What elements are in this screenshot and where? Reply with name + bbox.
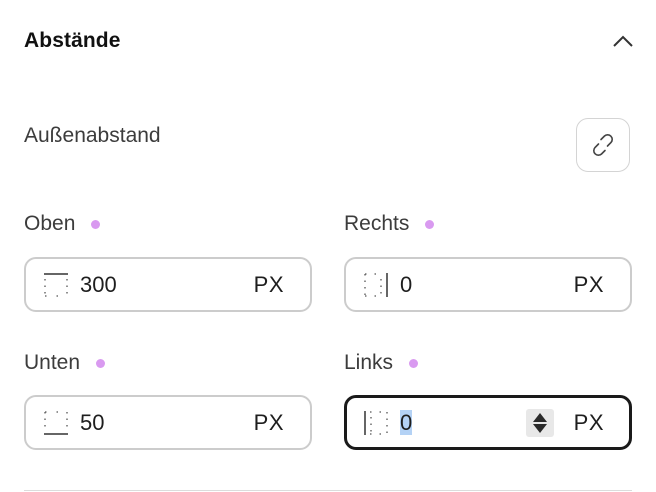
left-margin-field[interactable]: 0 PX (344, 395, 632, 450)
link-values-button[interactable] (576, 118, 630, 172)
bottom-margin-field[interactable]: 50 PX (24, 395, 312, 450)
right-margin-field[interactable]: 0 PX (344, 257, 632, 312)
top-margin-field[interactable]: 300 PX (24, 257, 312, 312)
left-margin-value[interactable]: 0 (400, 409, 526, 436)
responsive-indicator-dot (425, 219, 435, 229)
selected-text: 0 (400, 409, 413, 435)
right-margin-unit[interactable]: PX (574, 272, 604, 298)
section-title: Abstände (24, 29, 121, 52)
number-spinner[interactable] (525, 408, 554, 437)
margin-right-icon (364, 272, 388, 297)
margin-top-icon (44, 272, 68, 297)
top-field-label: Oben (24, 212, 101, 236)
top-margin-value[interactable]: 300 (80, 272, 254, 298)
bottom-margin-value[interactable]: 50 (80, 410, 254, 436)
chevron-up-icon (613, 35, 633, 47)
margin-left-icon (364, 410, 388, 435)
bottom-label-text: Unten (24, 351, 81, 374)
top-margin-unit[interactable]: PX (254, 272, 284, 298)
bottom-field-label: Unten (24, 351, 106, 375)
link-icon (592, 133, 614, 157)
spin-down-icon[interactable] (532, 423, 547, 433)
bottom-margin-unit[interactable]: PX (254, 410, 284, 436)
left-field-label: Links (344, 351, 419, 375)
section-divider (24, 490, 632, 491)
margin-label: Außenabstand (24, 124, 161, 147)
section-header: Abstände (24, 26, 633, 56)
right-label-text: Rechts (344, 212, 410, 235)
responsive-indicator-dot (409, 358, 419, 368)
responsive-indicator-dot (91, 219, 101, 229)
spin-up-icon[interactable] (532, 412, 547, 422)
collapse-button[interactable] (608, 26, 638, 56)
left-margin-unit[interactable]: PX (574, 410, 604, 436)
left-label-text: Links (344, 351, 394, 374)
margin-bottom-icon (44, 410, 68, 435)
right-field-label: Rechts (344, 212, 435, 236)
responsive-indicator-dot (96, 358, 106, 368)
top-label-text: Oben (24, 212, 76, 235)
right-margin-value[interactable]: 0 (400, 272, 574, 298)
